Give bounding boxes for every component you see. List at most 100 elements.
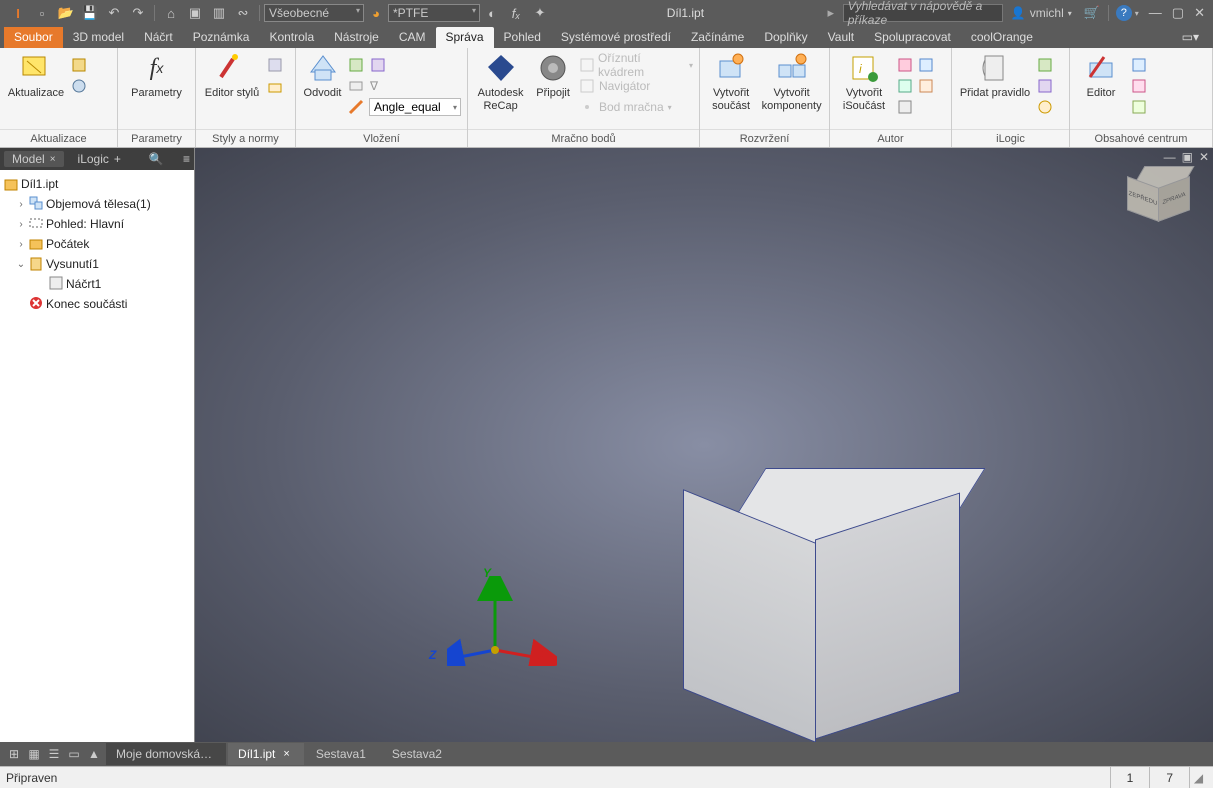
nav-tree-icon[interactable]: ⊞ <box>4 744 24 764</box>
undo-icon[interactable]: ↶ <box>105 4 123 22</box>
parameter-combo[interactable]: Angle_equal <box>369 98 461 116</box>
redo-icon[interactable]: ↷ <box>129 4 147 22</box>
insert-sm2-icon[interactable] <box>369 56 387 74</box>
search-go-icon[interactable]: ▸ <box>822 4 840 22</box>
cart-icon[interactable]: 🛒 <box>1083 4 1101 22</box>
insert-sm4-icon[interactable]: ∇ <box>369 77 387 95</box>
tree-sketch[interactable]: Náčrt1 <box>2 274 192 294</box>
tab-pohled[interactable]: Pohled <box>494 27 551 48</box>
panel-title-ilogic[interactable]: iLogic <box>952 129 1069 147</box>
tree-view[interactable]: ›Pohled: Hlavní <box>2 214 192 234</box>
style-editor-button[interactable]: Editor stylů <box>202 52 262 100</box>
ilogic-sm3-icon[interactable] <box>1036 98 1054 116</box>
update-button[interactable]: Aktualizace <box>6 52 66 100</box>
attach-button[interactable]: Připojit <box>531 52 575 100</box>
maximize-button[interactable]: ▢ <box>1172 5 1184 21</box>
parameters-button[interactable]: fx Parametry <box>127 52 187 100</box>
update-sm1-icon[interactable] <box>70 56 88 74</box>
doc-tab-home[interactable]: Moje domovská… <box>106 743 226 765</box>
vp-restore-icon[interactable]: ▣ <box>1182 150 1193 164</box>
link-icon[interactable]: ∾ <box>234 4 252 22</box>
nav-up-icon[interactable]: ▲ <box>84 744 104 764</box>
tab-kontrola[interactable]: Kontrola <box>259 27 324 48</box>
status-resize-icon[interactable]: ◢ <box>1189 767 1207 788</box>
tab-3dmodel[interactable]: 3D model <box>63 27 134 48</box>
tab-nacrt[interactable]: Náčrt <box>134 27 183 48</box>
doc-tab-dil1[interactable]: Díl1.ipt× <box>228 743 304 765</box>
tree-origin[interactable]: ›Počátek <box>2 234 192 254</box>
make-components-button[interactable]: Vytvořit komponenty <box>760 52 823 113</box>
autor-sm4-icon[interactable] <box>917 77 935 95</box>
assembly-icon[interactable]: ▣ <box>186 4 204 22</box>
menu-icon[interactable]: ≡ <box>183 152 190 166</box>
close-icon[interactable]: × <box>283 748 289 760</box>
tree-solids[interactable]: ›Objemová tělesa(1) <box>2 194 192 214</box>
doc-tab-sestava2[interactable]: Sestava2 <box>382 743 456 765</box>
tab-zaciname[interactable]: Začínáme <box>681 27 754 48</box>
tab-doplnky[interactable]: Doplňky <box>754 27 817 48</box>
panel-title-parametry[interactable]: Parametry <box>118 129 195 147</box>
measure-icon[interactable]: ◐ <box>483 4 501 22</box>
add-icon[interactable]: + <box>114 152 121 166</box>
viewcube[interactable]: ZEPŘEDU ZPRAVA <box>1131 166 1195 230</box>
autor-sm3-icon[interactable] <box>896 77 914 95</box>
tree-extrude[interactable]: ⌄Vysunutí1 <box>2 254 192 274</box>
tab-soubor[interactable]: Soubor <box>4 27 63 48</box>
editor-button[interactable]: Editor <box>1076 52 1126 100</box>
autor-sm5-icon[interactable] <box>896 98 914 116</box>
user-account[interactable]: 👤 vmichl ▾ <box>1011 6 1072 20</box>
fx-icon[interactable]: fₓ <box>507 4 525 22</box>
doc-tab-sestava1[interactable]: Sestava1 <box>306 743 380 765</box>
styles-sm1-icon[interactable] <box>266 56 284 74</box>
nav-grid-icon[interactable]: ▦ <box>24 744 44 764</box>
insert-sm3-icon[interactable] <box>347 77 365 95</box>
open-icon[interactable]: 📂 <box>57 4 75 22</box>
ribbon-collapse-icon[interactable]: ▭▾ <box>1172 27 1213 48</box>
insert-sm5-icon[interactable] <box>347 98 365 116</box>
update-sm2-icon[interactable] <box>70 77 88 95</box>
tab-sprava[interactable]: Správa <box>436 27 494 48</box>
insert-sm1-icon[interactable] <box>347 56 365 74</box>
material-combo[interactable]: Všeobecné <box>264 4 364 22</box>
ilogic-sm2-icon[interactable] <box>1036 77 1054 95</box>
styles-sm2-icon[interactable] <box>266 77 284 95</box>
viewport[interactable]: — ▣ ✕ ZEPŘEDU ZPRAVA Y <box>195 148 1213 742</box>
vp-minimize-icon[interactable]: — <box>1164 150 1176 164</box>
tab-vault[interactable]: Vault <box>818 27 864 48</box>
help-icon[interactable]: ? <box>1116 5 1132 21</box>
recap-button[interactable]: Autodesk ReCap <box>474 52 527 113</box>
vp-close-icon[interactable]: ✕ <box>1199 150 1209 164</box>
tab-spolupracovat[interactable]: Spolupracovat <box>864 27 961 48</box>
appearance-combo[interactable]: *PTFE <box>388 4 480 22</box>
cc-sm2-icon[interactable] <box>1130 77 1148 95</box>
close-button[interactable]: ✕ <box>1194 5 1205 21</box>
autor-sm2-icon[interactable] <box>917 56 935 74</box>
plus-icon[interactable]: ✦ <box>531 4 549 22</box>
tab-nastroje[interactable]: Nástroje <box>324 27 389 48</box>
add-rule-button[interactable]: Přidat pravidlo <box>958 52 1032 100</box>
tab-cam[interactable]: CAM <box>389 27 436 48</box>
home-icon[interactable]: ⌂ <box>162 4 180 22</box>
nav-single-icon[interactable]: ▭ <box>64 744 84 764</box>
autor-sm1-icon[interactable] <box>896 56 914 74</box>
tree-end[interactable]: Konec součásti <box>2 294 192 314</box>
cc-sm1-icon[interactable] <box>1130 56 1148 74</box>
cc-sm3-icon[interactable] <box>1130 98 1148 116</box>
minimize-button[interactable]: — <box>1149 5 1162 21</box>
close-icon[interactable]: × <box>50 154 56 165</box>
tree-root[interactable]: Díl1.ipt <box>2 174 192 194</box>
create-ipart-button[interactable]: i Vytvořit iSoučást <box>836 52 892 113</box>
ilogic-sm1-icon[interactable] <box>1036 56 1054 74</box>
appearance-icon[interactable]: ◕ <box>367 4 385 22</box>
nav-list-icon[interactable]: ☰ <box>44 744 64 764</box>
tab-poznamka[interactable]: Poznámka <box>183 27 260 48</box>
help-search[interactable]: Vyhledávat v nápovědě a příkaze <box>843 4 1003 22</box>
save-icon[interactable]: 💾 <box>81 4 99 22</box>
browser-tab-model[interactable]: Model× <box>4 151 64 167</box>
tab-coolorange[interactable]: coolOrange <box>961 27 1043 48</box>
derive-button[interactable]: Odvodit <box>302 52 343 100</box>
tab-sysprostredi[interactable]: Systémové prostředí <box>551 27 681 48</box>
make-part-button[interactable]: Vytvořit součást <box>706 52 756 113</box>
browser-tab-ilogic[interactable]: iLogic+ <box>70 151 129 167</box>
projects-icon[interactable]: ▥ <box>210 4 228 22</box>
